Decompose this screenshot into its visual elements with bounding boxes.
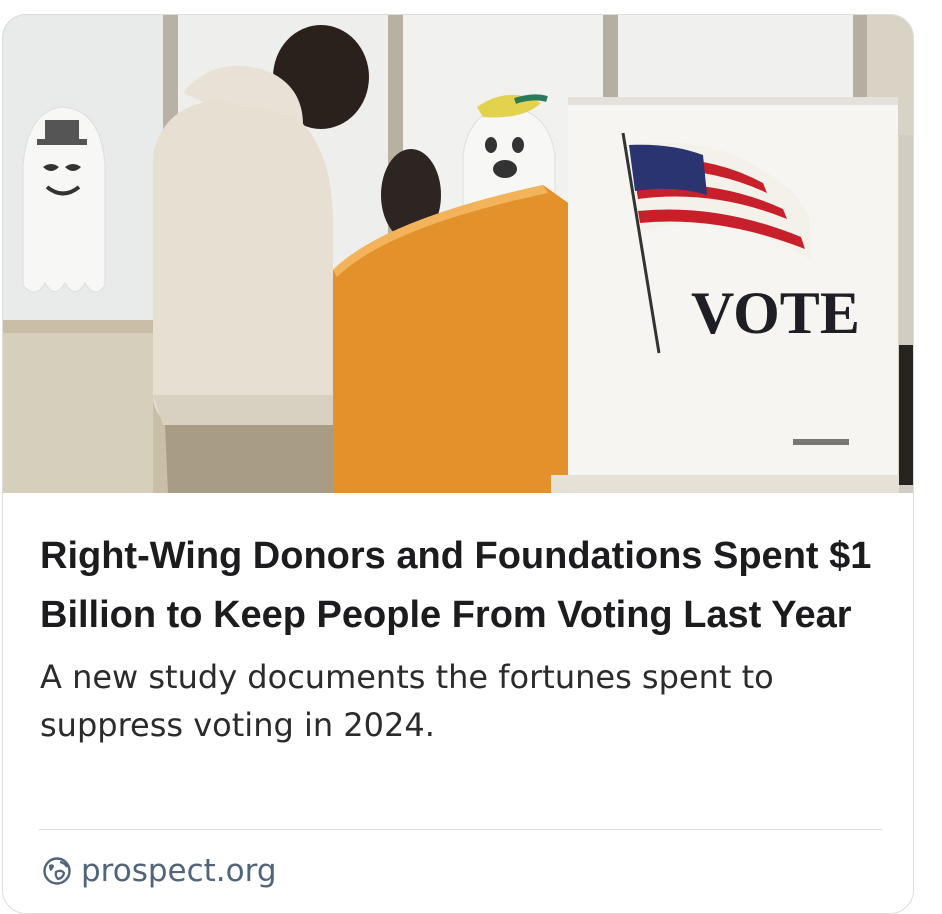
article-image[interactable]: VOTE [3, 15, 913, 493]
source-link[interactable]: prospect.org [41, 853, 277, 889]
article-headline[interactable]: Right-Wing Donors and Foundations Spent … [40, 493, 885, 645]
article-description: A new study documents the fortunes spent… [40, 658, 774, 744]
divider [39, 829, 882, 830]
globe-icon [43, 857, 71, 885]
source-domain[interactable]: prospect.org [81, 853, 277, 889]
white-voting-booth: VOTE [551, 97, 913, 493]
link-preview-card[interactable]: VOTE Right-Wing Donors and Foundations S… [2, 14, 914, 914]
article-text: Right-Wing Donors and Foundations Spent … [40, 493, 885, 749]
ghost-decoration-left [22, 106, 106, 293]
booth-vote-text: VOTE [691, 280, 860, 346]
